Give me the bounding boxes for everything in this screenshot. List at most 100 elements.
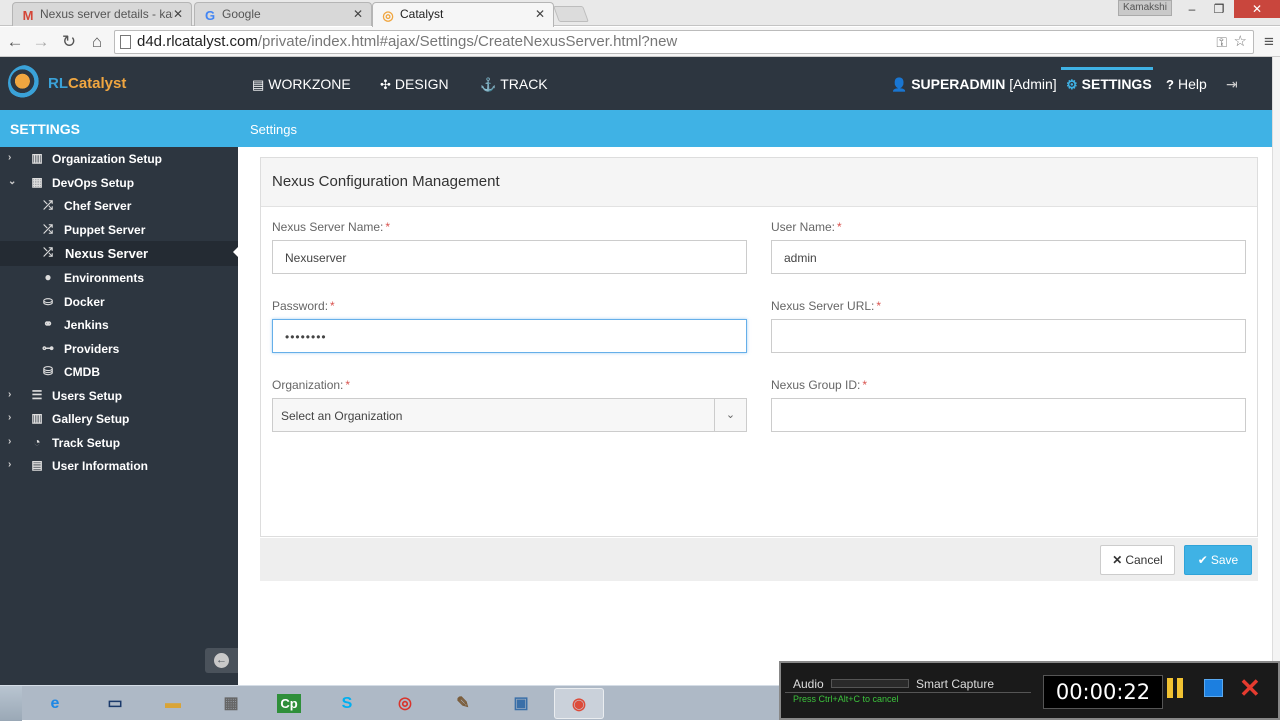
sidebar-item-cmdb[interactable]: ⛁ CMDB xyxy=(0,360,238,383)
cancel-capture-icon[interactable]: ✕ xyxy=(1239,673,1261,703)
nexus-config-panel: Nexus Configuration Management Nexus Ser… xyxy=(260,157,1258,537)
sidebar-item-user-information[interactable]: › ▤ User Information xyxy=(0,454,238,477)
internet-explorer-icon[interactable]: e xyxy=(30,688,80,719)
sidebar-item-label: User Information xyxy=(52,459,149,473)
drop-icon: ● xyxy=(44,270,52,284)
close-tab-icon[interactable]: ✕ xyxy=(353,7,363,21)
forward-arrow-icon[interactable]: → xyxy=(30,31,52,53)
smart-capture-label[interactable]: Smart Capture xyxy=(916,677,994,691)
dashboard-icon: ◔ xyxy=(33,435,41,449)
sidebar-item-label: Puppet Server xyxy=(64,223,146,237)
chevron-right-icon: › xyxy=(8,152,12,163)
stop-icon[interactable] xyxy=(1204,679,1223,697)
sidebar-item-jenkins[interactable]: ⚭ Jenkins xyxy=(0,313,238,336)
nav-label: DESIGN xyxy=(394,76,449,92)
organization-select[interactable]: Select an Organization ⌄ xyxy=(272,398,747,432)
captivate-icon[interactable]: Cp xyxy=(264,688,314,719)
page-title: Nexus Configuration Management xyxy=(272,173,500,190)
tab-label: Catalyst xyxy=(400,7,444,21)
database-icon: ⛁ xyxy=(42,364,54,378)
nav-track[interactable]: ⚓ TRACK xyxy=(480,76,548,93)
sidebar-item-label: Nexus Server xyxy=(65,246,149,261)
skype-icon[interactable]: S xyxy=(322,688,372,719)
server-name-input[interactable]: Nexuserver xyxy=(272,240,747,274)
logo-text[interactable]: RLCatalyst xyxy=(48,75,126,92)
panel-header: Nexus Configuration Management xyxy=(261,158,1257,207)
collapse-sidebar-button[interactable]: ← xyxy=(205,648,238,673)
star-icon[interactable]: ☆ xyxy=(1234,31,1247,53)
sidebar-item-puppet-server[interactable]: ⤮ Puppet Server xyxy=(0,218,238,241)
building-icon: ▥ xyxy=(31,151,43,165)
panel-footer: ✕ Cancel ✔ Save xyxy=(260,538,1258,581)
label-text: Password: xyxy=(272,299,329,313)
home-icon[interactable]: ⌂ xyxy=(86,31,108,53)
cancel-hint: Press Ctrl+Alt+C to cancel xyxy=(793,694,899,704)
close-tab-icon[interactable]: ✕ xyxy=(172,7,183,21)
password-input[interactable]: •••••••• xyxy=(272,319,747,353)
sidebar-item-organization-setup[interactable]: › ▥ Organization Setup xyxy=(0,147,238,170)
chevron-down-icon[interactable]: ⌄ xyxy=(714,399,746,431)
sitemap-icon: ⊶ xyxy=(42,341,54,355)
username-input[interactable]: admin xyxy=(771,240,1246,274)
url-path: /private/index.html#ajax/Settings/Create… xyxy=(257,33,678,50)
group-id-input[interactable] xyxy=(771,398,1246,432)
maximize-window-button[interactable]: ❐ xyxy=(1206,0,1232,18)
gmail-icon: M xyxy=(22,8,34,23)
browser-tab-gmail[interactable]: M Nexus server details - kam ✕ xyxy=(12,2,192,26)
chrome-menu-icon[interactable]: ≡ xyxy=(1258,31,1280,53)
required-mark: * xyxy=(862,378,868,392)
calculator-icon[interactable]: ▦ xyxy=(206,688,256,719)
audio-label: Audio xyxy=(793,677,824,691)
cancel-button[interactable]: ✕ Cancel xyxy=(1100,545,1175,575)
folder-icon[interactable]: ▬ xyxy=(148,688,198,719)
capture-timer: 00:00:22 xyxy=(1043,675,1163,709)
close-tab-icon[interactable]: ✕ xyxy=(535,7,545,21)
close-window-button[interactable]: ✕ xyxy=(1234,0,1280,18)
page-scrollbar[interactable] xyxy=(1272,57,1280,685)
recorder-icon[interactable]: ◎ xyxy=(380,688,430,719)
back-arrow-icon[interactable]: ← xyxy=(4,31,26,53)
sidebar-item-docker[interactable]: ⛀ Docker xyxy=(0,290,238,313)
new-tab-button[interactable] xyxy=(553,6,589,22)
pause-icon[interactable] xyxy=(1167,678,1185,698)
sidebar-item-label: Providers xyxy=(64,342,120,356)
address-bar[interactable]: d4d.rlcatalyst.com/private/index.html#aj… xyxy=(114,30,1254,54)
pause-bar xyxy=(1177,678,1183,698)
chrome-icon[interactable]: ◉ xyxy=(554,688,604,719)
nav-help[interactable]: ? Help xyxy=(1166,76,1207,92)
nav-settings[interactable]: ⚙ SETTINGS xyxy=(1066,76,1152,93)
sidebar-item-label: Track Setup xyxy=(52,436,121,450)
sidebar-item-environments[interactable]: ● Environments xyxy=(0,266,238,289)
sidebar-item-devops-setup[interactable]: ⌄ ▦ DevOps Setup xyxy=(0,171,238,194)
sidebar-item-track-setup[interactable]: › ◔ Track Setup xyxy=(0,431,238,454)
required-mark: * xyxy=(876,299,882,313)
nav-design[interactable]: ✣ DESIGN xyxy=(380,76,449,93)
server-url-input[interactable] xyxy=(771,319,1246,353)
breadcrumb-settings[interactable]: Settings xyxy=(250,122,297,137)
browser-tab-google[interactable]: G Google ✕ xyxy=(194,2,372,26)
key-icon[interactable]: ⚿ xyxy=(1216,31,1227,53)
sidebar-item-gallery-setup[interactable]: › ▥ Gallery Setup xyxy=(0,407,238,430)
sidebar-item-providers[interactable]: ⊶ Providers xyxy=(0,337,238,360)
sidebar-item-users-setup[interactable]: › ☰ Users Setup xyxy=(0,384,238,407)
network-icon[interactable]: ▣ xyxy=(496,688,546,719)
paint-icon[interactable]: ✎ xyxy=(438,688,488,719)
sidebar-item-nexus-server[interactable]: ⤮ Nexus Server xyxy=(0,241,238,266)
nav-workzone[interactable]: ▤ WORKZONE xyxy=(252,76,351,93)
rlcatalyst-logo-icon[interactable] xyxy=(8,65,44,101)
users-icon: ☰ xyxy=(31,388,43,402)
sidebar-item-label: Environments xyxy=(64,271,145,285)
logout-icon[interactable]: ⇥ xyxy=(1226,76,1238,93)
monitor-icon[interactable]: ▭ xyxy=(90,688,140,719)
start-button[interactable] xyxy=(0,686,22,721)
sidebar-item-label: Chef Server xyxy=(64,199,132,213)
required-mark: * xyxy=(837,220,842,234)
question-icon: ? xyxy=(1166,77,1174,92)
minimize-window-button[interactable]: – xyxy=(1180,0,1204,18)
sidebar-item-chef-server[interactable]: ⤮ Chef Server xyxy=(0,194,238,217)
save-button[interactable]: ✔ Save xyxy=(1184,545,1252,575)
user-menu[interactable]: 👤 SUPERADMIN [Admin] xyxy=(891,76,1057,93)
browser-tab-catalyst[interactable]: ◎ Catalyst ✕ xyxy=(372,2,554,27)
password-label: Password: * xyxy=(272,299,335,313)
reload-icon[interactable]: ↻ xyxy=(58,31,80,53)
